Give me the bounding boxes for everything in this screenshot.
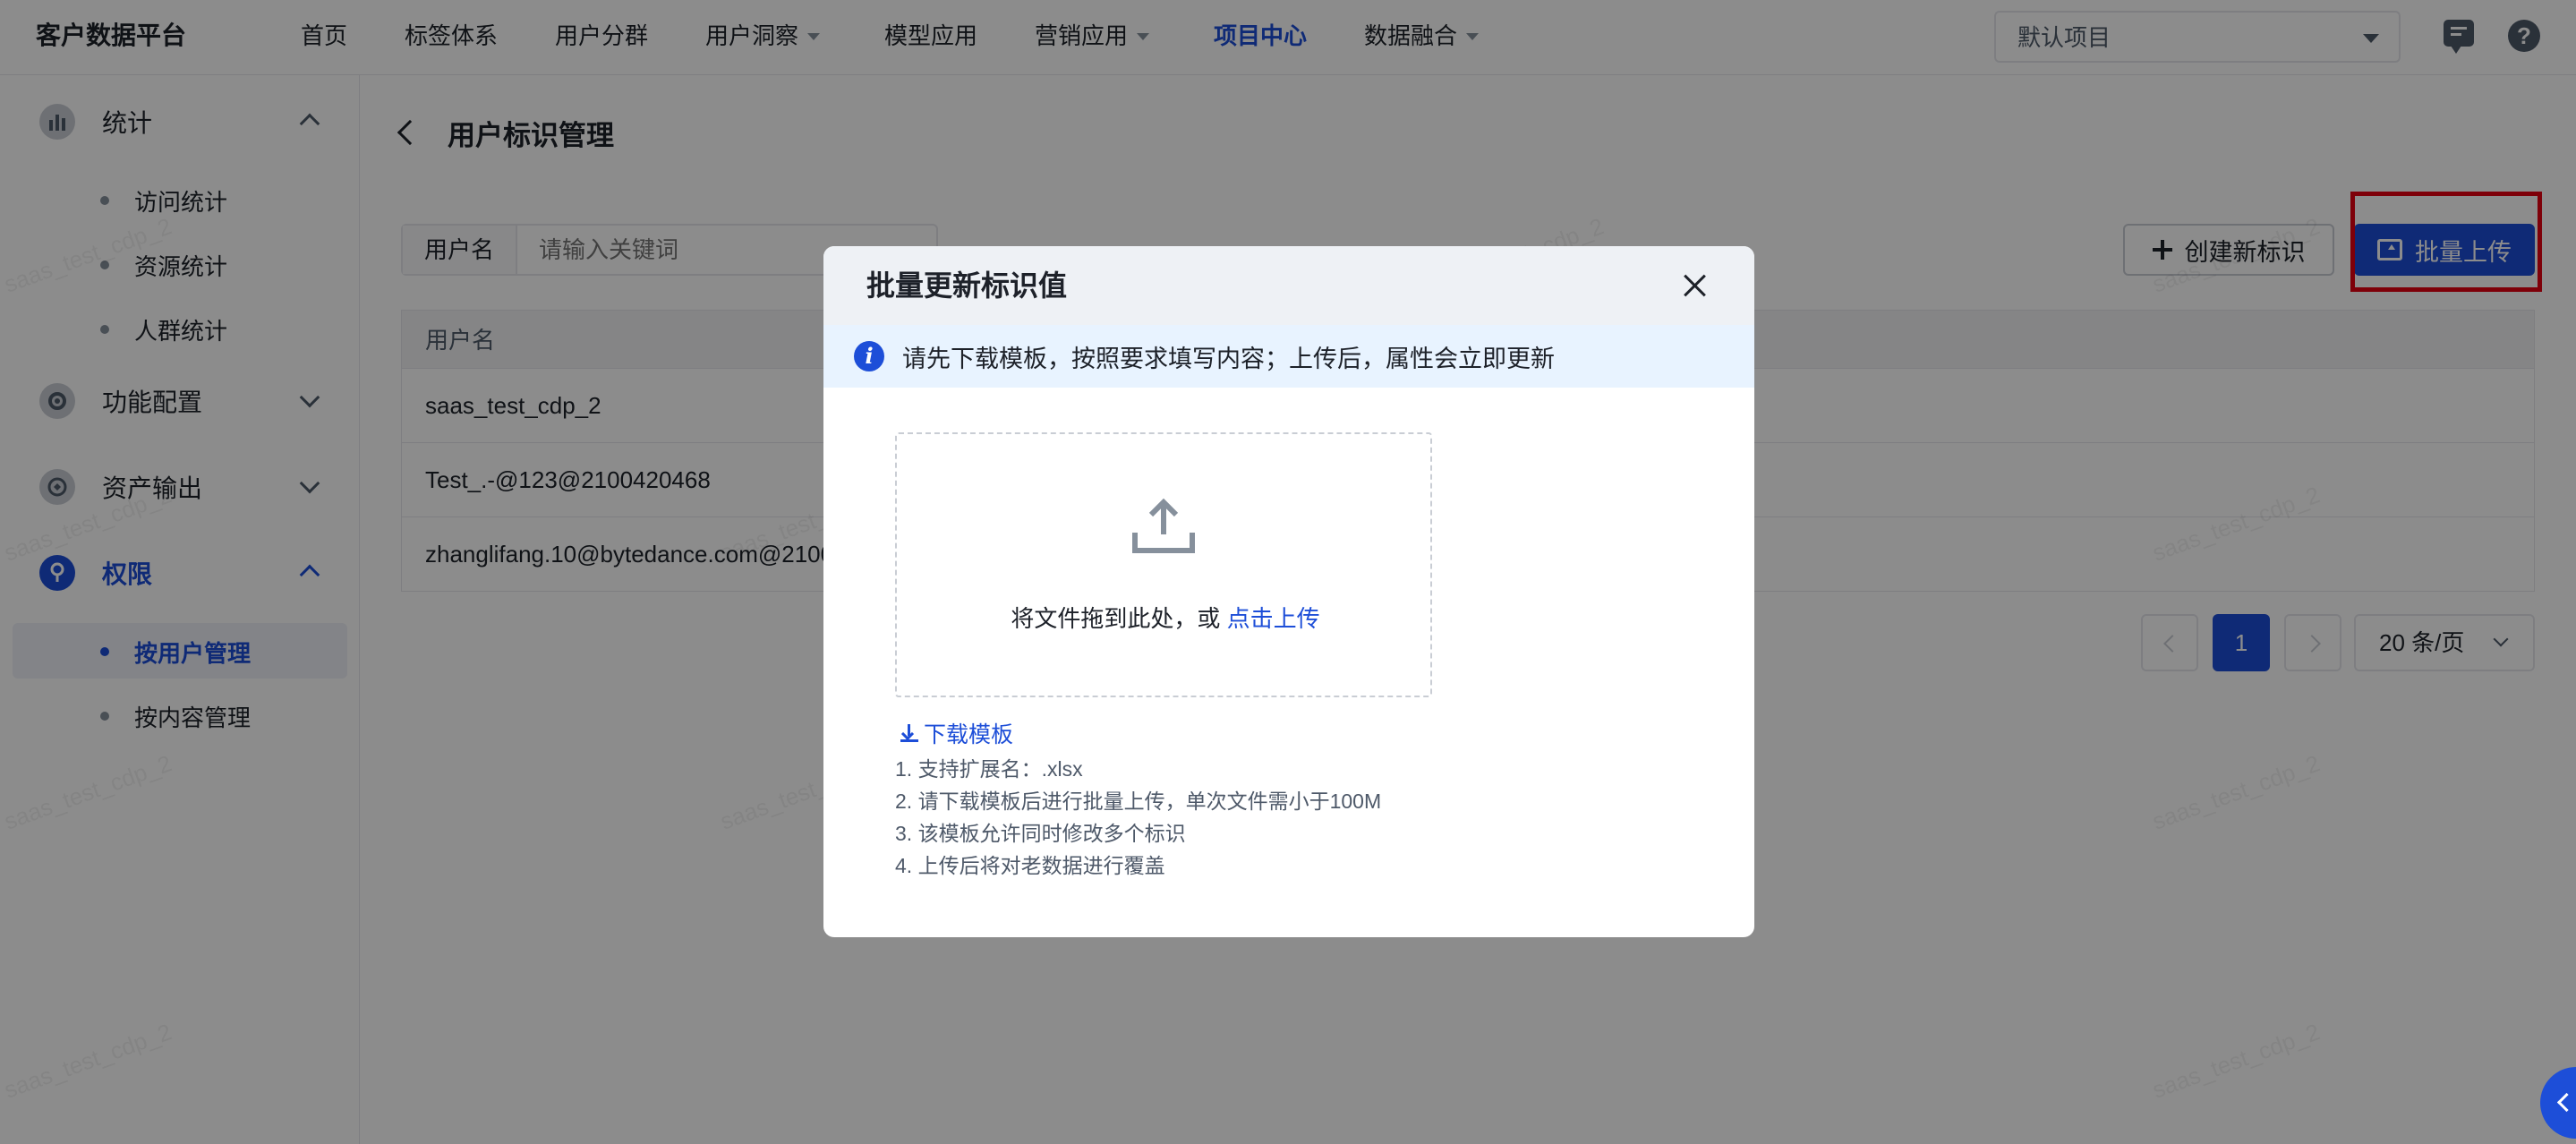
dropzone-text: 将文件拖到此处，或 点击上传 — [897, 601, 1434, 634]
upload-arrow-icon — [1132, 498, 1195, 553]
hint-item: 2. 请下载模板后进行批量上传，单次文件需小于100M — [895, 790, 1382, 813]
upload-hints: 1. 支持扩展名：.xlsx 2. 请下载模板后进行批量上传，单次文件需小于10… — [895, 753, 1381, 882]
alert-text: 请先下载模板，按照要求填写内容；上传后，属性会立即更新 — [902, 345, 1555, 372]
info-icon: i — [854, 341, 884, 371]
hint-item: 3. 该模板允许同时修改多个标识 — [895, 822, 1186, 845]
close-icon[interactable] — [1679, 269, 1711, 302]
hint-item: 1. 支持扩展名：.xlsx — [895, 757, 1083, 781]
dropzone-instruction: 将文件拖到此处，或 — [1011, 605, 1221, 632]
info-alert: i 请先下载模板，按照要求填写内容；上传后，属性会立即更新 — [823, 325, 1754, 388]
download-template-link[interactable]: 下载模板 — [900, 717, 1013, 749]
batch-update-modal: 批量更新标识值 i 请先下载模板，按照要求填写内容；上传后，属性会立即更新 将文… — [823, 246, 1754, 937]
download-template-label: 下载模板 — [924, 722, 1014, 747]
hint-item: 4. 上传后将对老数据进行覆盖 — [895, 854, 1165, 877]
click-upload-link[interactable]: 点击上传 — [1227, 605, 1320, 632]
download-icon — [900, 724, 918, 742]
file-dropzone[interactable]: 将文件拖到此处，或 点击上传 — [895, 432, 1432, 697]
modal-title: 批量更新标识值 — [866, 269, 1068, 302]
